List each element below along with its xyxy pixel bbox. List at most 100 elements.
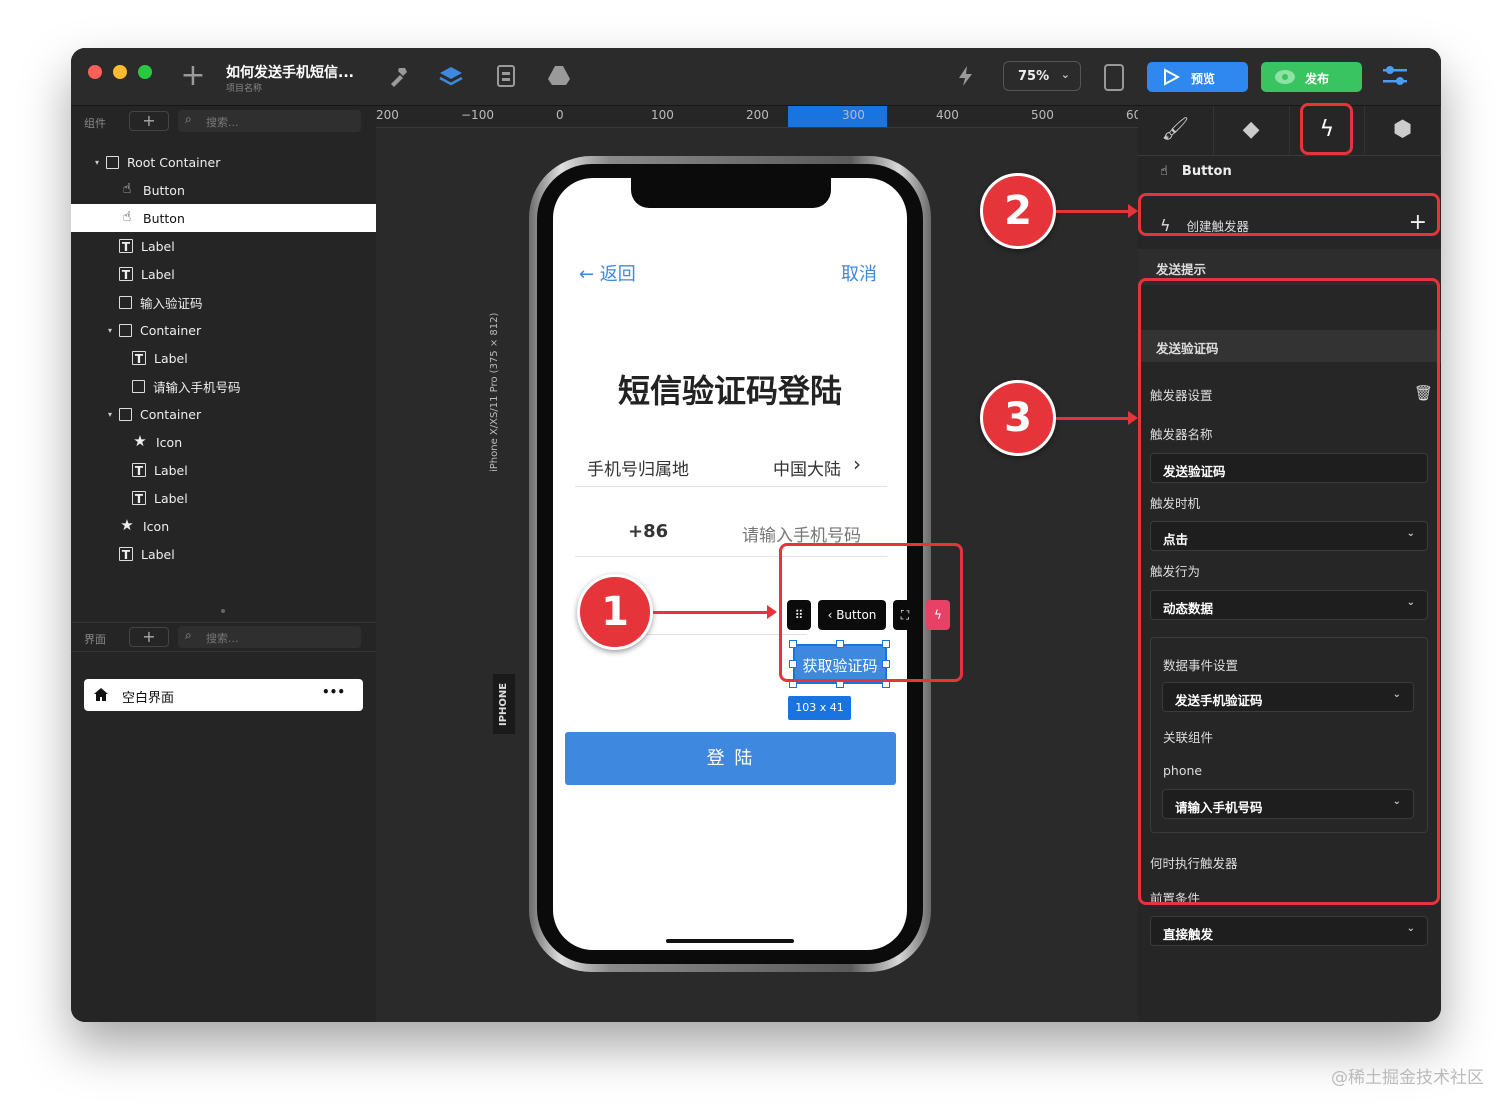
layers-icon[interactable] [436, 64, 466, 95]
minimize-window-button[interactable] [113, 65, 127, 79]
region-value[interactable]: 中国大陆 [773, 455, 841, 480]
add-page-button[interactable]: + [129, 627, 169, 647]
tree-item-label: Button [143, 210, 185, 226]
box-icon [119, 407, 132, 421]
project-title: 如何发送手机短信... [226, 65, 354, 81]
chevron-right-icon[interactable]: › [853, 452, 861, 476]
preview-label: 预览 [1191, 72, 1216, 86]
annotation-arrow-3 [1056, 411, 1138, 425]
annotation-arrow-1 [653, 605, 777, 619]
tree-item[interactable]: ▾ Container [71, 400, 376, 428]
divider [575, 486, 887, 487]
page-search-input[interactable]: ⌕ 搜索... [178, 626, 361, 648]
tree-item-label: 请输入手机号码 [153, 379, 241, 395]
text-icon: T [132, 351, 146, 366]
page-search-placeholder: 搜索... [206, 632, 239, 645]
tree-item[interactable]: T Label [71, 456, 376, 484]
component-search-input[interactable]: ⌕ 搜索... [178, 110, 361, 132]
text-icon: T [119, 547, 133, 562]
tab-style[interactable]: 🖌 [1138, 106, 1214, 155]
tree-item-label: Root Container [127, 154, 221, 170]
device-badge: IPHONE [493, 674, 515, 734]
tree-item-label: Button [143, 182, 185, 198]
component-search-placeholder: 搜索... [206, 116, 239, 129]
chevron-down-icon[interactable]: ▾ [95, 158, 99, 167]
tree-item[interactable]: ▾ Container [71, 316, 376, 344]
star-icon: ★ [133, 432, 147, 450]
design-canvas[interactable]: iPhone X/XS/11 Pro (375 × 812) IPHONE ← … [376, 128, 1138, 1022]
tab-data[interactable]: ◆ [1214, 106, 1290, 155]
search-icon: ⌕ [185, 628, 192, 642]
annotation-box-trigger-settings [1138, 278, 1440, 905]
box-icon [119, 323, 132, 337]
eye-icon [1275, 70, 1295, 84]
tree-item[interactable]: ▾ Root Container [71, 148, 376, 176]
phone-notch [631, 178, 831, 208]
more-icon[interactable]: ••• [322, 685, 345, 699]
precondition-value: 直接触发 [1163, 927, 1214, 942]
home-indicator [666, 939, 794, 943]
maximize-window-button[interactable] [138, 65, 152, 79]
tree-item[interactable]: 请输入手机号码 [71, 372, 376, 400]
tree-item-label: 输入验证码 [140, 295, 203, 311]
tree-item-label: Label [154, 490, 188, 506]
tree-item[interactable]: 输入验证码 [71, 288, 376, 316]
document-icon[interactable] [491, 64, 521, 95]
tree-item-label: Label [141, 238, 175, 254]
box-icon [132, 379, 145, 393]
annotation-arrow-2 [1056, 204, 1138, 218]
component-tree: ▾ Root Container ☝ Button ☝ Button T Label T Labe… [71, 148, 376, 568]
chevron-down-icon[interactable]: ▾ [108, 326, 112, 335]
tree-item-label: Container [140, 406, 202, 422]
ruler-tick: 400 [936, 108, 959, 122]
tree-item-label: Label [141, 266, 175, 282]
page-item-blank[interactable]: 空白界面 ••• [84, 679, 363, 711]
ruler-tick: 0 [556, 108, 564, 122]
precondition-select[interactable]: 直接触发 ⌄ [1150, 916, 1428, 946]
tree-item-label: Icon [156, 434, 183, 450]
back-link[interactable]: ← 返回 [579, 260, 636, 286]
lightning-sparkle-icon[interactable] [951, 64, 981, 95]
close-window-button[interactable] [88, 65, 102, 79]
tree-item[interactable]: ★ Icon [71, 512, 376, 540]
tree-item[interactable]: T Label [71, 232, 376, 260]
tree-item[interactable]: T Label [71, 540, 376, 568]
publish-button[interactable]: 发布 [1261, 62, 1362, 92]
resize-dot[interactable] [221, 609, 225, 613]
tree-item[interactable]: T Label [71, 344, 376, 372]
selected-component-type: Button [1181, 164, 1232, 179]
watermark: @稀土掘金技术社区 [1331, 1068, 1484, 1088]
device-frame-icon[interactable] [1104, 64, 1124, 91]
cancel-link[interactable]: 取消 [841, 260, 877, 286]
annotation-step-1: 1 [577, 574, 653, 650]
add-icon[interactable]: + [178, 61, 208, 91]
ruler-tick: 60 [1126, 108, 1138, 122]
ruler-tick: 300 [842, 108, 865, 122]
annotation-box-button [779, 543, 963, 682]
star-icon: ★ [120, 516, 134, 534]
tree-item[interactable]: ★ Icon [71, 428, 376, 456]
hand-icon: ☝ [122, 209, 132, 225]
hammer-icon[interactable] [384, 64, 414, 95]
add-component-button[interactable]: + [129, 111, 169, 131]
preview-button[interactable]: 预览 [1147, 62, 1248, 92]
tab-components[interactable]: ⬢ [1365, 106, 1441, 155]
ruler-selection-highlight [788, 106, 887, 127]
selected-component: ☝ Button [1160, 164, 1232, 179]
tree-item[interactable]: T Label [71, 260, 376, 288]
search-icon: ⌕ [185, 112, 192, 126]
annotation-box-create-trigger [1138, 193, 1440, 236]
horizontal-ruler: 200 −100 0 100 200 300 400 500 60 [376, 106, 1138, 128]
tree-item[interactable]: ☝ Button [71, 176, 376, 204]
sliders-icon[interactable] [1381, 64, 1411, 90]
drive-icon[interactable] [544, 64, 574, 93]
tree-item[interactable]: ☝ Button [71, 204, 376, 232]
chevron-down-icon: ⌄ [1406, 923, 1415, 934]
dimension-badge: 103 x 41 [788, 696, 851, 720]
ruler-tick: −100 [461, 108, 494, 122]
zoom-value: 75% [1018, 69, 1050, 84]
login-button[interactable]: 登 陆 [565, 732, 896, 785]
tree-item[interactable]: T Label [71, 484, 376, 512]
zoom-select[interactable]: 75% ⌄ [1003, 61, 1081, 91]
chevron-down-icon[interactable]: ▾ [108, 410, 112, 419]
